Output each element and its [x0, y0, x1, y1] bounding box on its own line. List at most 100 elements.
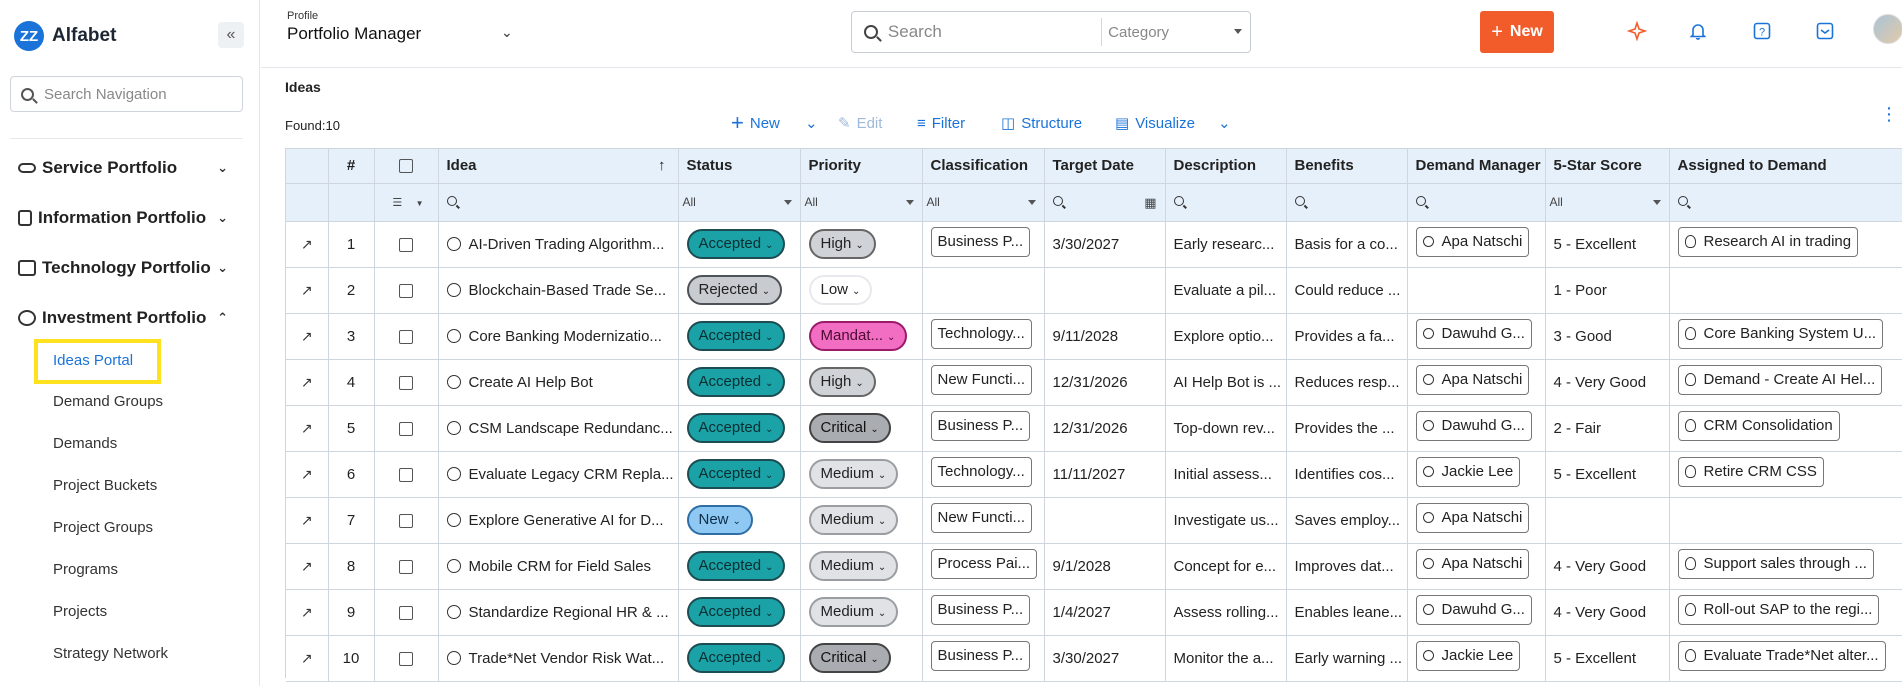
classification-cell[interactable]: New Functi... — [922, 359, 1045, 406]
demand-manager-cell[interactable]: Dawuhd G... — [1407, 589, 1546, 636]
filter-classification[interactable]: All — [922, 183, 1045, 222]
demand-chip[interactable]: Research AI in trading — [1677, 227, 1859, 257]
classification-cell[interactable] — [922, 267, 1045, 314]
idea-cell[interactable]: Create AI Help Bot — [438, 359, 679, 406]
priority-pill[interactable]: Mandat... ⌄ — [808, 321, 908, 351]
score-cell[interactable]: 4 - Very Good — [1545, 359, 1670, 406]
classification-cell[interactable]: Business P... — [922, 589, 1045, 636]
score-cell[interactable]: 4 - Very Good — [1545, 589, 1670, 636]
classification-cell[interactable]: New Functi... — [922, 497, 1045, 544]
manager-chip[interactable]: Apa Natschi — [1415, 227, 1530, 257]
benefits-cell[interactable]: Could reduce ... — [1286, 267, 1408, 314]
row-checkbox[interactable] — [399, 329, 413, 344]
idea-name[interactable]: Core Banking Modernizatio... — [469, 328, 662, 345]
status-pill[interactable]: Accepted ⌄ — [686, 459, 786, 489]
idea-name[interactable]: AI-Driven Trading Algorithm... — [469, 236, 665, 253]
classification-cell[interactable]: Business P... — [922, 221, 1045, 268]
classification-cell[interactable]: Process Pai... — [922, 543, 1045, 590]
idea-cell[interactable]: AI-Driven Trading Algorithm... — [438, 221, 679, 268]
toolbar-structure-button[interactable]: ◫ Structure — [1001, 112, 1082, 134]
status-cell[interactable]: Rejected ⌄ — [678, 267, 801, 314]
table-row[interactable]: ↗ 9 Standardize Regional HR & ... Accepted ⌄… — [286, 589, 1902, 636]
row-checkbox-cell[interactable] — [374, 313, 439, 360]
classification-cell[interactable]: Technology... — [922, 313, 1045, 360]
manager-chip[interactable]: Jackie Lee — [1415, 457, 1521, 487]
assigned-demand-cell[interactable] — [1669, 497, 1902, 544]
open-cell[interactable]: ↗ — [286, 451, 329, 498]
idea-name[interactable]: Create AI Help Bot — [469, 374, 593, 391]
table-row[interactable]: ↗ 8 Mobile CRM for Field Sales Accepted ⌄ Med… — [286, 543, 1902, 590]
sort-ascending-icon[interactable]: ↑ — [658, 157, 666, 174]
toolbar-visualize-button[interactable]: ▤ Visualize — [1115, 112, 1195, 134]
classification-box[interactable]: Business P... — [930, 227, 1031, 257]
priority-cell[interactable]: High ⌄ — [800, 221, 923, 268]
assigned-demand-cell[interactable]: Roll-out SAP to the regi... — [1669, 589, 1902, 636]
score-cell[interactable]: 3 - Good — [1545, 313, 1670, 360]
priority-cell[interactable]: Medium ⌄ — [800, 497, 923, 544]
filter-selection-dropdown[interactable]: ☰ ▼ — [374, 183, 439, 222]
classification-cell[interactable]: Business P... — [922, 635, 1045, 682]
priority-pill[interactable]: Medium ⌄ — [808, 597, 899, 627]
table-row[interactable]: ↗ 5 CSM Landscape Redundanc... Accepted ⌄ Cri… — [286, 405, 1902, 452]
filter-score[interactable]: All — [1545, 183, 1670, 222]
nav-item-project-groups[interactable]: Project Groups — [53, 515, 153, 541]
priority-cell[interactable]: Low ⌄ — [800, 267, 923, 314]
benefits-cell[interactable]: Enables leane... — [1286, 589, 1408, 636]
classification-box[interactable]: New Functi... — [930, 503, 1033, 533]
row-checkbox[interactable] — [399, 559, 413, 574]
filter-status[interactable]: All — [678, 183, 801, 222]
demand-chip[interactable]: Demand - Create AI Hel... — [1677, 365, 1883, 395]
status-pill[interactable]: Accepted ⌄ — [686, 229, 786, 259]
status-cell[interactable]: Accepted ⌄ — [678, 589, 801, 636]
status-cell[interactable]: Accepted ⌄ — [678, 221, 801, 268]
header-5-star-score[interactable]: 5-Star Score — [1545, 149, 1670, 184]
idea-name[interactable]: Blockchain-Based Trade Se... — [469, 282, 667, 299]
open-cell[interactable]: ↗ — [286, 635, 329, 682]
status-pill[interactable]: New ⌄ — [686, 505, 753, 535]
assigned-demand-cell[interactable]: Core Banking System U... — [1669, 313, 1902, 360]
filter-description[interactable] — [1165, 183, 1287, 222]
classification-box[interactable]: Business P... — [930, 411, 1031, 441]
idea-name[interactable]: CSM Landscape Redundanc... — [469, 420, 673, 437]
priority-pill[interactable]: Medium ⌄ — [808, 551, 899, 581]
benefits-cell[interactable]: Improves dat... — [1286, 543, 1408, 590]
score-cell[interactable]: 1 - Poor — [1545, 267, 1670, 314]
idea-name[interactable]: Explore Generative AI for D... — [469, 512, 664, 529]
nav-item-programs[interactable]: Programs — [53, 557, 118, 583]
benefits-cell[interactable]: Basis for a co... — [1286, 221, 1408, 268]
benefits-cell[interactable]: Provides the ... — [1286, 405, 1408, 452]
inbox-icon[interactable] — [1814, 20, 1836, 42]
toolbar-filter-button[interactable]: ≡ Filter — [917, 112, 965, 134]
status-pill[interactable]: Accepted ⌄ — [686, 367, 786, 397]
open-arrow-icon[interactable]: ↗ — [301, 558, 313, 574]
select-all-checkbox[interactable] — [399, 159, 413, 174]
score-cell[interactable]: 5 - Excellent — [1545, 221, 1670, 268]
category-select[interactable]: Category — [1101, 18, 1250, 46]
priority-cell[interactable]: High ⌄ — [800, 359, 923, 406]
priority-pill[interactable]: Critical ⌄ — [808, 413, 891, 443]
score-cell[interactable]: 5 - Excellent — [1545, 451, 1670, 498]
assigned-demand-cell[interactable]: Demand - Create AI Hel... — [1669, 359, 1902, 406]
row-checkbox[interactable] — [399, 467, 413, 482]
priority-pill[interactable]: High ⌄ — [808, 229, 876, 259]
description-cell[interactable]: Concept for e... — [1165, 543, 1287, 590]
row-checkbox-cell[interactable] — [374, 405, 439, 452]
classification-box[interactable]: Technology... — [930, 457, 1032, 487]
manager-chip[interactable]: Dawuhd G... — [1415, 319, 1532, 349]
row-checkbox[interactable] — [399, 605, 413, 620]
table-row[interactable]: ↗ 6 Evaluate Legacy CRM Repla... Accepted ⌄ M… — [286, 451, 1902, 498]
status-pill[interactable]: Accepted ⌄ — [686, 413, 786, 443]
nav-group-service-portfolio[interactable]: Service Portfolio ⌄ — [18, 153, 238, 183]
priority-cell[interactable]: Mandat... ⌄ — [800, 313, 923, 360]
nav-group-information-portfolio[interactable]: Information Portfolio ⌄ — [18, 203, 238, 233]
nav-item-projects[interactable]: Projects — [53, 599, 107, 625]
demand-manager-cell[interactable]: Apa Natschi — [1407, 221, 1546, 268]
chevron-down-icon[interactable]: ⌄ — [501, 24, 513, 41]
header-priority[interactable]: Priority — [800, 149, 923, 184]
nav-item-demands[interactable]: Demands — [53, 431, 117, 457]
global-search-input[interactable]: Search — [888, 22, 1101, 42]
filter-assigned-to-demand[interactable] — [1669, 183, 1902, 222]
score-cell[interactable] — [1545, 497, 1670, 544]
toolbar-edit-button[interactable]: ✎ Edit — [838, 112, 882, 134]
idea-name[interactable]: Mobile CRM for Field Sales — [469, 558, 652, 575]
